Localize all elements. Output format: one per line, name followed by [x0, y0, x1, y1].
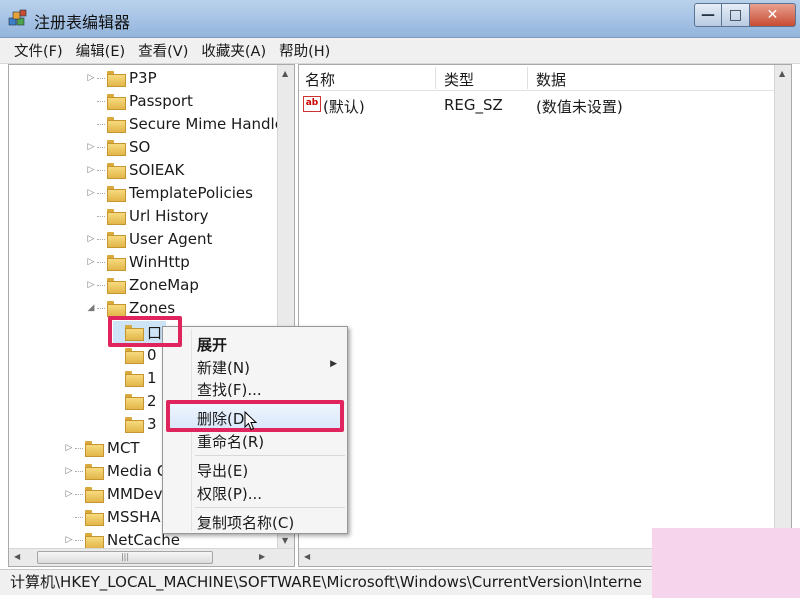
maximize-button[interactable]: □ — [722, 3, 750, 27]
scroll-down-icon[interactable]: ▼ — [282, 536, 288, 545]
expand-arrow-icon[interactable]: ▷ — [85, 280, 97, 290]
tree-node[interactable]: 2 — [113, 390, 157, 412]
column-header-name[interactable]: 名称 — [305, 69, 335, 90]
menu-view[interactable]: 查看(V) — [138, 40, 188, 61]
expand-arrow-icon[interactable]: ▷ — [85, 188, 97, 198]
folder-icon — [107, 301, 126, 317]
menu-item-new[interactable]: 新建(N) — [197, 357, 250, 378]
tree-node[interactable]: ▷ WinHttp — [85, 251, 190, 273]
menu-help[interactable]: 帮助(H) — [279, 40, 330, 61]
column-header-type[interactable]: 类型 — [444, 69, 474, 90]
folder-icon — [125, 371, 144, 387]
close-button[interactable]: ✕ — [750, 3, 796, 27]
folder-icon — [125, 417, 144, 433]
scroll-left-icon[interactable]: ◀ — [304, 552, 310, 561]
registry-app-icon — [8, 9, 27, 26]
expand-arrow-icon[interactable]: ▷ — [85, 257, 97, 267]
menu-item-expand[interactable]: 展开 — [197, 334, 227, 355]
scroll-thumb[interactable]: ||| — [37, 551, 213, 564]
list-row[interactable]: ab (默认) REG_SZ (数值未设置) — [299, 93, 775, 117]
tree-node[interactable]: Passport — [85, 90, 193, 112]
tree-node[interactable]: ▷ MCT — [63, 437, 140, 459]
tree-node[interactable]: 1 — [113, 367, 157, 389]
maximize-icon: □ — [728, 7, 743, 23]
value-name: (默认) — [323, 98, 365, 116]
folder-icon — [85, 487, 104, 503]
folder-icon — [107, 186, 126, 202]
tree-node[interactable]: Url History — [85, 205, 208, 227]
tree-node[interactable]: 3 — [113, 413, 157, 435]
menu-item-permissions[interactable]: 权限(P)... — [197, 483, 262, 504]
tree-node[interactable]: 0 — [113, 344, 157, 366]
tree-node[interactable]: Secure Mime Handle — [85, 113, 284, 135]
minimize-icon: — — [701, 7, 715, 23]
tree-node[interactable]: MSSHA — [63, 506, 161, 528]
folder-icon — [85, 533, 104, 549]
folder-icon — [107, 117, 126, 133]
tree-node[interactable]: ▷ SOIEAK — [85, 159, 184, 181]
menu-item-copy-key-name[interactable]: 复制项名称(C) — [197, 512, 294, 533]
tree-node[interactable]: ▷ P3P — [85, 67, 157, 89]
folder-icon — [125, 394, 144, 410]
menu-item-rename[interactable]: 重命名(R) — [197, 431, 264, 452]
folder-icon — [107, 278, 126, 294]
expand-arrow-icon[interactable]: ▷ — [85, 234, 97, 244]
menu-edit[interactable]: 编辑(E) — [76, 40, 125, 61]
tree-node[interactable]: ▷ ZoneMap — [85, 274, 199, 296]
expand-arrow-icon[interactable]: ▷ — [85, 73, 97, 83]
decorative-block — [652, 528, 800, 598]
menu-file[interactable]: 文件(F) — [14, 40, 63, 61]
list-header: 名称 类型 数据 — [299, 65, 775, 91]
list-vertical-scrollbar[interactable]: ▲ — [774, 65, 791, 549]
values-list[interactable]: 名称 类型 数据 ab (默认) REG_SZ (数值未设置) ▲ ◀ — [298, 64, 792, 567]
expand-arrow-icon[interactable]: ▷ — [85, 142, 97, 152]
scroll-right-icon[interactable]: ▶ — [259, 552, 265, 561]
tree-node[interactable]: ▷ User Agent — [85, 228, 212, 250]
expand-arrow-icon[interactable]: ▷ — [63, 466, 75, 476]
folder-icon — [85, 464, 104, 480]
folder-icon — [107, 209, 126, 225]
folder-icon — [107, 94, 126, 110]
expand-arrow-icon[interactable]: ▷ — [63, 535, 75, 545]
status-bar-path: 计算机\HKEY_LOCAL_MACHINE\SOFTWARE\Microsof… — [0, 569, 652, 595]
folder-icon — [107, 163, 126, 179]
tree-node[interactable]: ▷ MMDev — [63, 483, 163, 505]
highlight-box-selected-key — [108, 316, 182, 347]
expand-arrow-icon[interactable]: ▷ — [85, 165, 97, 175]
scroll-left-icon[interactable]: ◀ — [14, 552, 20, 561]
folder-icon — [107, 255, 126, 271]
ab-string-icon: ab — [303, 96, 321, 112]
expand-arrow-icon[interactable]: ▷ — [63, 443, 75, 453]
submenu-arrow-icon: ▶ — [330, 359, 337, 369]
tree-node[interactable]: ▷ Media C — [63, 460, 167, 482]
value-data: (数值未设置) — [536, 98, 623, 116]
menu-item-export[interactable]: 导出(E) — [197, 460, 248, 481]
tree-node[interactable]: ▷ SO — [85, 136, 150, 158]
minimize-button[interactable]: — — [694, 3, 722, 27]
menu-favorites[interactable]: 收藏夹(A) — [201, 40, 266, 61]
close-icon: ✕ — [766, 7, 779, 23]
value-type: REG_SZ — [444, 96, 503, 114]
folder-icon — [85, 441, 104, 457]
collapse-arrow-icon[interactable]: ◢ — [85, 303, 97, 313]
folder-icon — [125, 348, 144, 364]
folder-icon — [85, 510, 104, 526]
scroll-up-icon[interactable]: ▲ — [282, 69, 288, 78]
tree-node[interactable]: ▷ TemplatePolicies — [85, 182, 253, 204]
folder-icon — [107, 232, 126, 248]
expand-arrow-icon[interactable]: ▷ — [63, 489, 75, 499]
tree-horizontal-scrollbar[interactable]: ◀ ||| ▶ — [9, 548, 294, 566]
title-bar: 注册表编辑器 — □ ✕ — [0, 0, 800, 38]
folder-icon — [107, 71, 126, 87]
mouse-cursor-icon — [244, 411, 258, 431]
window-title: 注册表编辑器 — [34, 13, 131, 32]
menu-bar: 文件(F) 编辑(E) 查看(V) 收藏夹(A) 帮助(H) — [0, 38, 800, 64]
menu-item-find[interactable]: 查找(F)... — [197, 379, 262, 400]
scroll-up-icon[interactable]: ▲ — [779, 69, 785, 78]
folder-icon — [107, 140, 126, 156]
column-header-data[interactable]: 数据 — [536, 69, 566, 90]
